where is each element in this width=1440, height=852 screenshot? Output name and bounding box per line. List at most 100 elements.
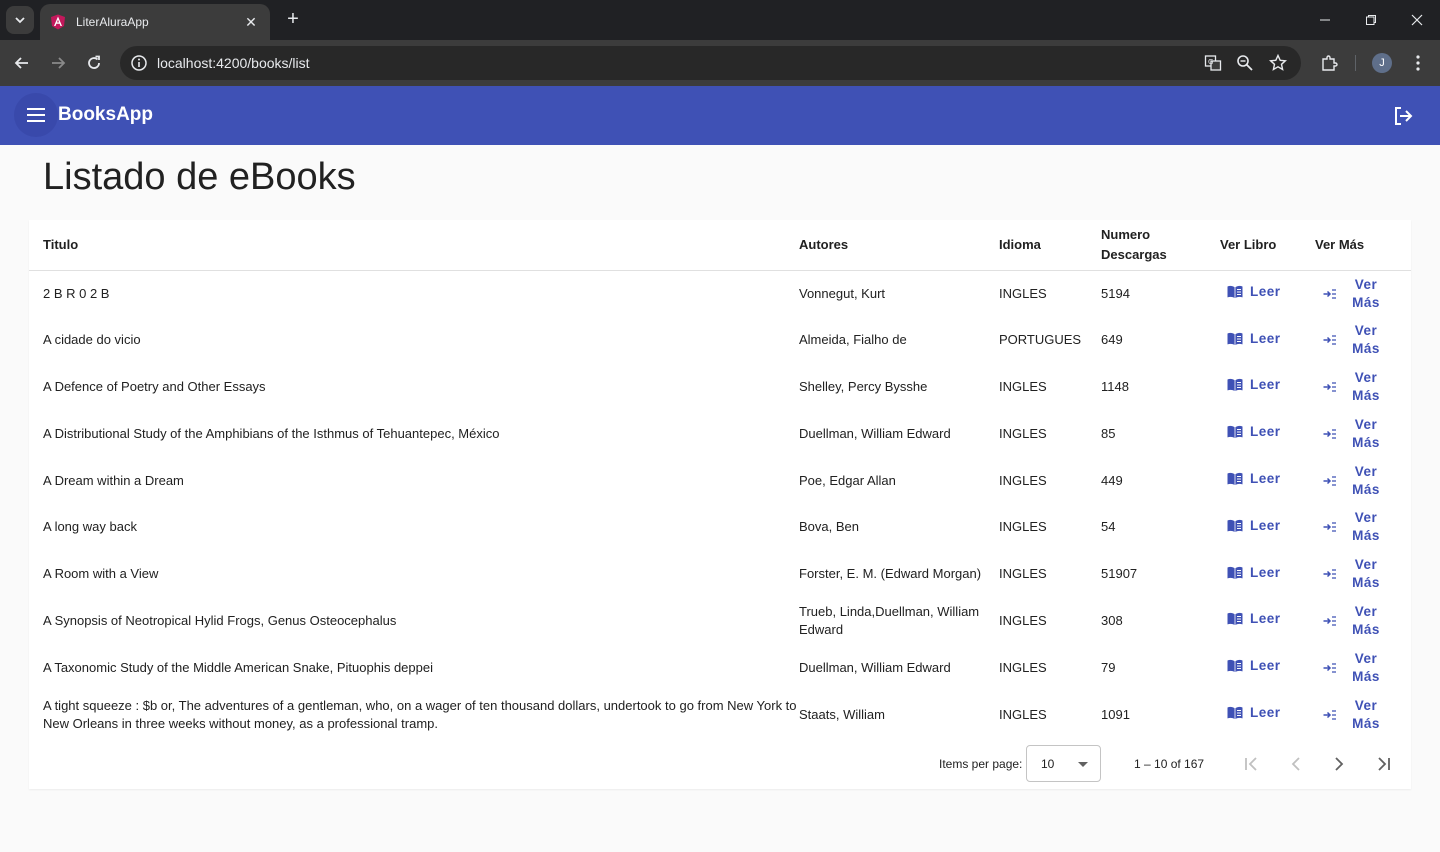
cell-titulo: A cidade do vicio bbox=[43, 332, 141, 348]
cell-titulo: A Room with a View bbox=[43, 566, 159, 582]
items-per-page-label: Items per page: bbox=[939, 757, 1023, 771]
restore-button[interactable] bbox=[1348, 0, 1394, 40]
leer-link[interactable]: Leer bbox=[1227, 610, 1281, 628]
table-row: A Dream within a Dream Poe, Edgar Allan … bbox=[29, 457, 1411, 504]
cell-descargas: 449 bbox=[1101, 472, 1123, 488]
header-autores[interactable]: Autores bbox=[799, 220, 999, 270]
leer-link[interactable]: Leer bbox=[1227, 330, 1281, 348]
cell-ver-libro: Leer bbox=[1220, 270, 1315, 317]
header-descargas-line2: Descargas bbox=[1101, 246, 1167, 262]
tab-search-button[interactable] bbox=[6, 6, 34, 34]
close-window-button[interactable] bbox=[1394, 0, 1440, 40]
logout-button[interactable] bbox=[1390, 103, 1416, 129]
leer-link[interactable]: Leer bbox=[1227, 423, 1281, 441]
cell-autores: Bova, Ben bbox=[799, 519, 859, 535]
previous-page-button[interactable] bbox=[1282, 750, 1310, 778]
header-ver-libro: Ver Libro bbox=[1220, 236, 1277, 252]
angular-favicon-icon bbox=[51, 14, 65, 30]
cell-ver-mas: Ver Más bbox=[1315, 410, 1411, 457]
back-button[interactable] bbox=[7, 48, 37, 78]
leer-link[interactable]: Leer bbox=[1227, 283, 1281, 301]
leer-label: Leer bbox=[1250, 284, 1281, 300]
book-open-icon bbox=[1227, 519, 1243, 532]
url-text[interactable]: localhost:4200/books/list bbox=[157, 55, 310, 71]
leer-link[interactable]: Leer bbox=[1227, 564, 1281, 582]
ver-mas-link[interactable]: Ver Más bbox=[1323, 276, 1381, 312]
leer-link[interactable]: Leer bbox=[1227, 376, 1281, 394]
page-range-label: 1 – 10 of 167 bbox=[1134, 757, 1205, 771]
ver-mas-link[interactable]: Ver Más bbox=[1323, 369, 1381, 405]
ver-mas-link[interactable]: Ver Más bbox=[1323, 603, 1381, 639]
toolbar-separator bbox=[1355, 55, 1356, 71]
close-tab-icon[interactable]: ✕ bbox=[242, 14, 260, 31]
header-idioma[interactable]: Idioma bbox=[999, 220, 1101, 270]
extensions-icon[interactable] bbox=[1318, 52, 1340, 74]
cell-autores: Duellman, William Edward bbox=[799, 425, 951, 441]
close-icon bbox=[1411, 14, 1423, 26]
more-menu-icon[interactable] bbox=[1407, 52, 1429, 74]
ver-mas-link[interactable]: Ver Más bbox=[1323, 416, 1381, 452]
book-open-icon bbox=[1227, 706, 1243, 720]
cell-idioma: INGLES bbox=[999, 566, 1047, 582]
leer-link[interactable]: Leer bbox=[1227, 470, 1281, 488]
cell-autores: Trueb, Linda,Duellman, William Edward bbox=[799, 603, 980, 637]
cell-ver-mas: Ver Más bbox=[1315, 551, 1411, 598]
profile-avatar[interactable]: J bbox=[1372, 53, 1392, 73]
next-page-button[interactable] bbox=[1325, 750, 1353, 778]
cell-descargas: 79 bbox=[1101, 659, 1116, 675]
ver-mas-link[interactable]: Ver Más bbox=[1323, 556, 1381, 592]
table-header-row: Titulo Autores Idioma Numero Descargas V… bbox=[29, 220, 1411, 270]
cell-ver-mas: Ver Más bbox=[1315, 644, 1411, 691]
cell-titulo: A Dream within a Dream bbox=[43, 472, 184, 488]
cell-ver-mas: Ver Más bbox=[1315, 598, 1411, 645]
table-row: A Room with a View Forster, E. M. (Edwar… bbox=[29, 551, 1411, 598]
ver-mas-link[interactable]: Ver Más bbox=[1323, 322, 1381, 358]
cell-idioma: INGLES bbox=[999, 378, 1047, 394]
header-ver-mas: Ver Más bbox=[1315, 236, 1365, 252]
page-size-select[interactable]: 10 bbox=[1026, 745, 1101, 782]
cell-ver-mas: Ver Más bbox=[1315, 457, 1411, 504]
logout-icon bbox=[1395, 107, 1413, 125]
forward-button[interactable] bbox=[43, 48, 73, 78]
zoom-icon[interactable] bbox=[1236, 54, 1254, 72]
header-titulo[interactable]: Titulo bbox=[29, 220, 799, 270]
last-page-button[interactable] bbox=[1369, 750, 1397, 778]
login-arrow-icon bbox=[1323, 382, 1336, 392]
leer-label: Leer bbox=[1250, 517, 1281, 533]
login-arrow-icon bbox=[1323, 522, 1336, 533]
table-row: A Taxonomic Study of the Middle American… bbox=[29, 644, 1411, 691]
ver-mas-link[interactable]: Ver Más bbox=[1323, 509, 1381, 545]
reload-button[interactable] bbox=[79, 48, 109, 78]
book-open-icon bbox=[1227, 379, 1243, 392]
cell-titulo: A Taxonomic Study of the Middle American… bbox=[43, 659, 433, 675]
cell-descargas: 51907 bbox=[1101, 566, 1138, 582]
ver-mas-link[interactable]: Ver Más bbox=[1323, 697, 1381, 733]
leer-label: Leer bbox=[1250, 377, 1281, 393]
first-page-button[interactable] bbox=[1238, 750, 1266, 778]
cell-ver-libro: Leer bbox=[1220, 644, 1315, 691]
minimize-button[interactable] bbox=[1302, 0, 1348, 40]
ver-mas-link[interactable]: Ver Más bbox=[1323, 650, 1381, 686]
cell-ver-libro: Leer bbox=[1220, 504, 1315, 551]
hamburger-menu-icon bbox=[27, 108, 45, 122]
chevron-right-icon bbox=[1335, 757, 1344, 771]
cell-idioma: INGLES bbox=[999, 472, 1047, 488]
leer-link[interactable]: Leer bbox=[1227, 517, 1281, 535]
bookmark-star-icon[interactable] bbox=[1269, 54, 1287, 72]
cell-ver-libro: Leer bbox=[1220, 410, 1315, 457]
menu-button[interactable] bbox=[14, 93, 58, 137]
address-bar[interactable]: localhost:4200/books/list G bbox=[120, 46, 1301, 80]
minimize-icon bbox=[1320, 19, 1330, 21]
translate-icon[interactable]: G bbox=[1204, 54, 1222, 72]
leer-link[interactable]: Leer bbox=[1227, 704, 1281, 722]
new-tab-button[interactable]: + bbox=[282, 8, 304, 30]
cell-idioma: PORTUGUES bbox=[999, 332, 1082, 348]
browser-tab[interactable]: LiterAluraApp ✕ bbox=[40, 4, 270, 40]
ver-mas-link[interactable]: Ver Más bbox=[1323, 463, 1381, 499]
header-numero-descargas[interactable]: Numero Descargas bbox=[1101, 220, 1220, 270]
book-open-icon bbox=[1227, 472, 1243, 486]
site-info-icon[interactable] bbox=[130, 54, 148, 72]
cell-autores: Shelley, Percy Bysshe bbox=[799, 378, 928, 394]
ver-mas-label: Ver Más bbox=[1352, 697, 1380, 731]
leer-link[interactable]: Leer bbox=[1227, 657, 1281, 675]
